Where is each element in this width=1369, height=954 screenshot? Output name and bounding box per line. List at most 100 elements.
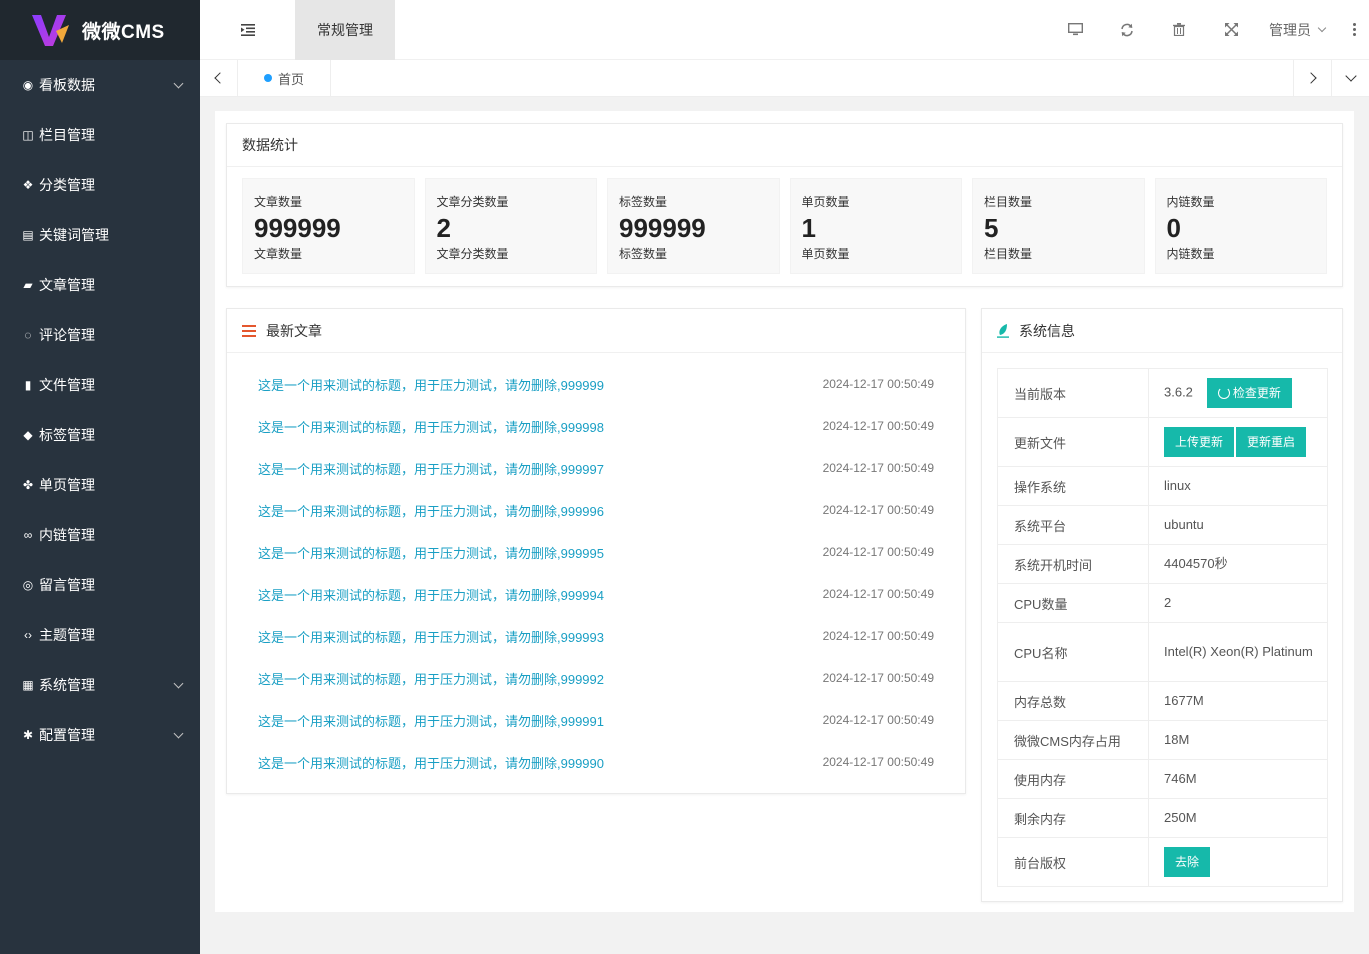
sidebar-item-10[interactable]: ◎ 留言管理 — [0, 560, 200, 610]
stat-value: 999999 — [254, 213, 341, 243]
sidebar-item-9[interactable]: ∞ 内链管理 — [0, 510, 200, 560]
remove-copyright-button[interactable]: 去除 — [1164, 847, 1211, 877]
article-date: 2024-12-17 00:50:49 — [822, 629, 934, 643]
sidebar-item-7[interactable]: ◆ 标签管理 — [0, 410, 200, 460]
sidebar-item-6[interactable]: ▮ 文件管理 — [0, 360, 200, 410]
check-update-button[interactable]: 检查更新 — [1206, 378, 1292, 408]
brand-name: 微微CMS — [82, 21, 165, 43]
leaf-icon — [997, 323, 1009, 338]
table-row: 微微CMS内存占用 18M — [997, 720, 1328, 760]
article-link[interactable]: 这是一个用来测试的标题，用于压力测试，请勿删除,999993 — [258, 627, 604, 646]
chevron-down-icon — [174, 80, 184, 90]
clear-cache-button[interactable] — [1153, 0, 1205, 60]
os-value: linux — [1148, 466, 1328, 506]
table-row: 前台版权 去除 — [997, 837, 1328, 887]
platform-value: ubuntu — [1148, 505, 1328, 545]
copyright-label: 前台版权 — [997, 837, 1149, 887]
tab-home[interactable]: 首页 — [238, 60, 331, 96]
tab-scroll-left-button[interactable] — [200, 60, 238, 96]
sidebar-item-5[interactable]: ◌ 评论管理 — [0, 310, 200, 360]
tab-options-button[interactable] — [1331, 60, 1369, 96]
article-date: 2024-12-17 00:50:49 — [822, 377, 934, 391]
sidebar-item-11[interactable]: ‹› 主题管理 — [0, 610, 200, 660]
refresh-button[interactable] — [1101, 0, 1153, 60]
article-link[interactable]: 这是一个用来测试的标题，用于压力测试，请勿删除,999994 — [258, 585, 604, 604]
fullscreen-icon — [1224, 23, 1238, 36]
desktop-icon — [1067, 23, 1083, 36]
upload-update-button[interactable]: 上传更新 — [1164, 427, 1235, 457]
stat-tile: 标签数量 999999 标签数量 — [607, 178, 780, 274]
stat-label: 标签数量 — [619, 195, 668, 209]
sidebar-nav: ◉ 看板数据 ◫ 栏目管理 ❖ 分类管理 ▤ 关键词管理 ▰ 文章管理 ◌ 评论管理 ▮ 文件管理 ◆ 标签管… — [0, 60, 200, 760]
mem-free-value: 250M — [1148, 798, 1328, 838]
check-update-label: 检查更新 — [1232, 386, 1281, 400]
desktop-button[interactable] — [1049, 0, 1101, 60]
sidebar-item-label: 主题管理 — [39, 627, 95, 643]
cpu-count-value: 2 — [1148, 583, 1328, 623]
tab-general-management[interactable]: 常规管理 — [295, 0, 395, 60]
refresh-icon — [1217, 387, 1230, 399]
code-icon: ‹› — [24, 628, 32, 642]
fullscreen-button[interactable] — [1205, 0, 1257, 60]
list-item: 这是一个用来测试的标题，用于压力测试，请勿删除,999997 2024-12-17… — [258, 447, 934, 489]
cms-mem-label: 微微CMS内存占用 — [997, 720, 1149, 760]
file-icon: ▮ — [24, 378, 32, 392]
article-link[interactable]: 这是一个用来测试的标题，用于压力测试，请勿删除,999992 — [258, 669, 604, 688]
sidebar-item-label: 评论管理 — [39, 327, 95, 343]
admin-label: 管理员 — [1269, 21, 1311, 38]
list-item: 这是一个用来测试的标题，用于压力测试，请勿删除,999992 2024-12-17… — [258, 657, 934, 699]
sidebar-item-0[interactable]: ◉ 看板数据 — [0, 60, 200, 110]
sidebar-item-label: 栏目管理 — [39, 127, 95, 143]
sidebar-item-2[interactable]: ❖ 分类管理 — [0, 160, 200, 210]
sidebar-item-3[interactable]: ▤ 关键词管理 — [0, 210, 200, 260]
update-file-label: 更新文件 — [997, 417, 1149, 467]
logo[interactable]: 微微CMS — [0, 0, 200, 60]
cpu-name-value: Intel(R) Xeon(R) Platinum — [1148, 622, 1328, 682]
article-link[interactable]: 这是一个用来测试的标题，用于压力测试，请勿删除,999997 — [258, 459, 604, 478]
message-icon: ◎ — [22, 578, 34, 592]
stats-card: 数据统计 文章数量 999999 文章数量 文章分类数量 2 文章分类数量 标签数量 9999… — [226, 123, 1343, 287]
sidebar-item-1[interactable]: ◫ 栏目管理 — [0, 110, 200, 160]
table-row: 系统开机时间 4404570秒 — [997, 544, 1328, 584]
stat-sub: 内链数量 — [1166, 247, 1215, 261]
sidebar-item-12[interactable]: ▦ 系统管理 — [0, 660, 200, 710]
article-link[interactable]: 这是一个用来测试的标题，用于压力测试，请勿删除,999991 — [258, 711, 604, 730]
admin-menu[interactable]: 管理员 — [1257, 0, 1339, 60]
list-item: 这是一个用来测试的标题，用于压力测试，请勿删除,999993 2024-12-17… — [258, 615, 934, 657]
platform-label: 系统平台 — [997, 505, 1149, 545]
chevron-down-icon — [1317, 23, 1327, 32]
sidebar-item-label: 内链管理 — [39, 527, 95, 543]
table-row: CPU数量 2 — [997, 583, 1328, 623]
sidebar-item-label: 关键词管理 — [39, 227, 109, 243]
article-link[interactable]: 这是一个用来测试的标题，用于压力测试，请勿删除,999996 — [258, 501, 604, 520]
more-dots-icon — [1352, 23, 1356, 26]
article-date: 2024-12-17 00:50:49 — [822, 419, 934, 433]
uptime-value: 4404570秒 — [1148, 544, 1328, 584]
article-link[interactable]: 这是一个用来测试的标题，用于压力测试，请勿删除,999995 — [258, 543, 604, 562]
tab-scroll-right-button[interactable] — [1293, 60, 1331, 96]
sidebar-item-4[interactable]: ▰ 文章管理 — [0, 260, 200, 310]
article-date: 2024-12-17 00:50:49 — [822, 545, 934, 559]
article-link[interactable]: 这是一个用来测试的标题，用于压力测试，请勿删除,999999 — [258, 375, 604, 394]
stats-title: 数据统计 — [227, 124, 1342, 167]
article-link[interactable]: 这是一个用来测试的标题，用于压力测试，请勿删除,999990 — [258, 753, 604, 772]
list-item: 这是一个用来测试的标题，用于压力测试，请勿删除,999996 2024-12-17… — [258, 489, 934, 531]
more-button[interactable] — [1339, 0, 1369, 60]
stat-value: 0 — [1166, 213, 1181, 243]
article-link[interactable]: 这是一个用来测试的标题，用于压力测试，请勿删除,999998 — [258, 417, 604, 436]
mem-free-label: 剩余内存 — [997, 798, 1149, 838]
system-info-table: 当前版本 3.6.2 检查更新 更新文件 上传更新 更新重启 操作系统 linux … — [997, 368, 1328, 887]
menu-toggle-button[interactable] — [200, 0, 295, 60]
article-date: 2024-12-17 00:50:49 — [822, 587, 934, 601]
stat-value: 999999 — [619, 213, 706, 243]
link-icon: ∞ — [23, 528, 33, 542]
update-restart-button[interactable]: 更新重启 — [1236, 427, 1307, 457]
sidebar-item-8[interactable]: ✤ 单页管理 — [0, 460, 200, 510]
keyword-icon: ▤ — [22, 228, 34, 242]
stat-tile: 单页数量 1 单页数量 — [789, 178, 962, 274]
stat-label: 单页数量 — [801, 195, 850, 209]
latest-articles-card: 最新文章 这是一个用来测试的标题，用于压力测试，请勿删除,999999 2024-… — [226, 308, 966, 794]
chevron-right-icon — [1305, 72, 1317, 84]
table-row: 操作系统 linux — [997, 466, 1328, 506]
sidebar-item-13[interactable]: ✱ 配置管理 — [0, 710, 200, 760]
